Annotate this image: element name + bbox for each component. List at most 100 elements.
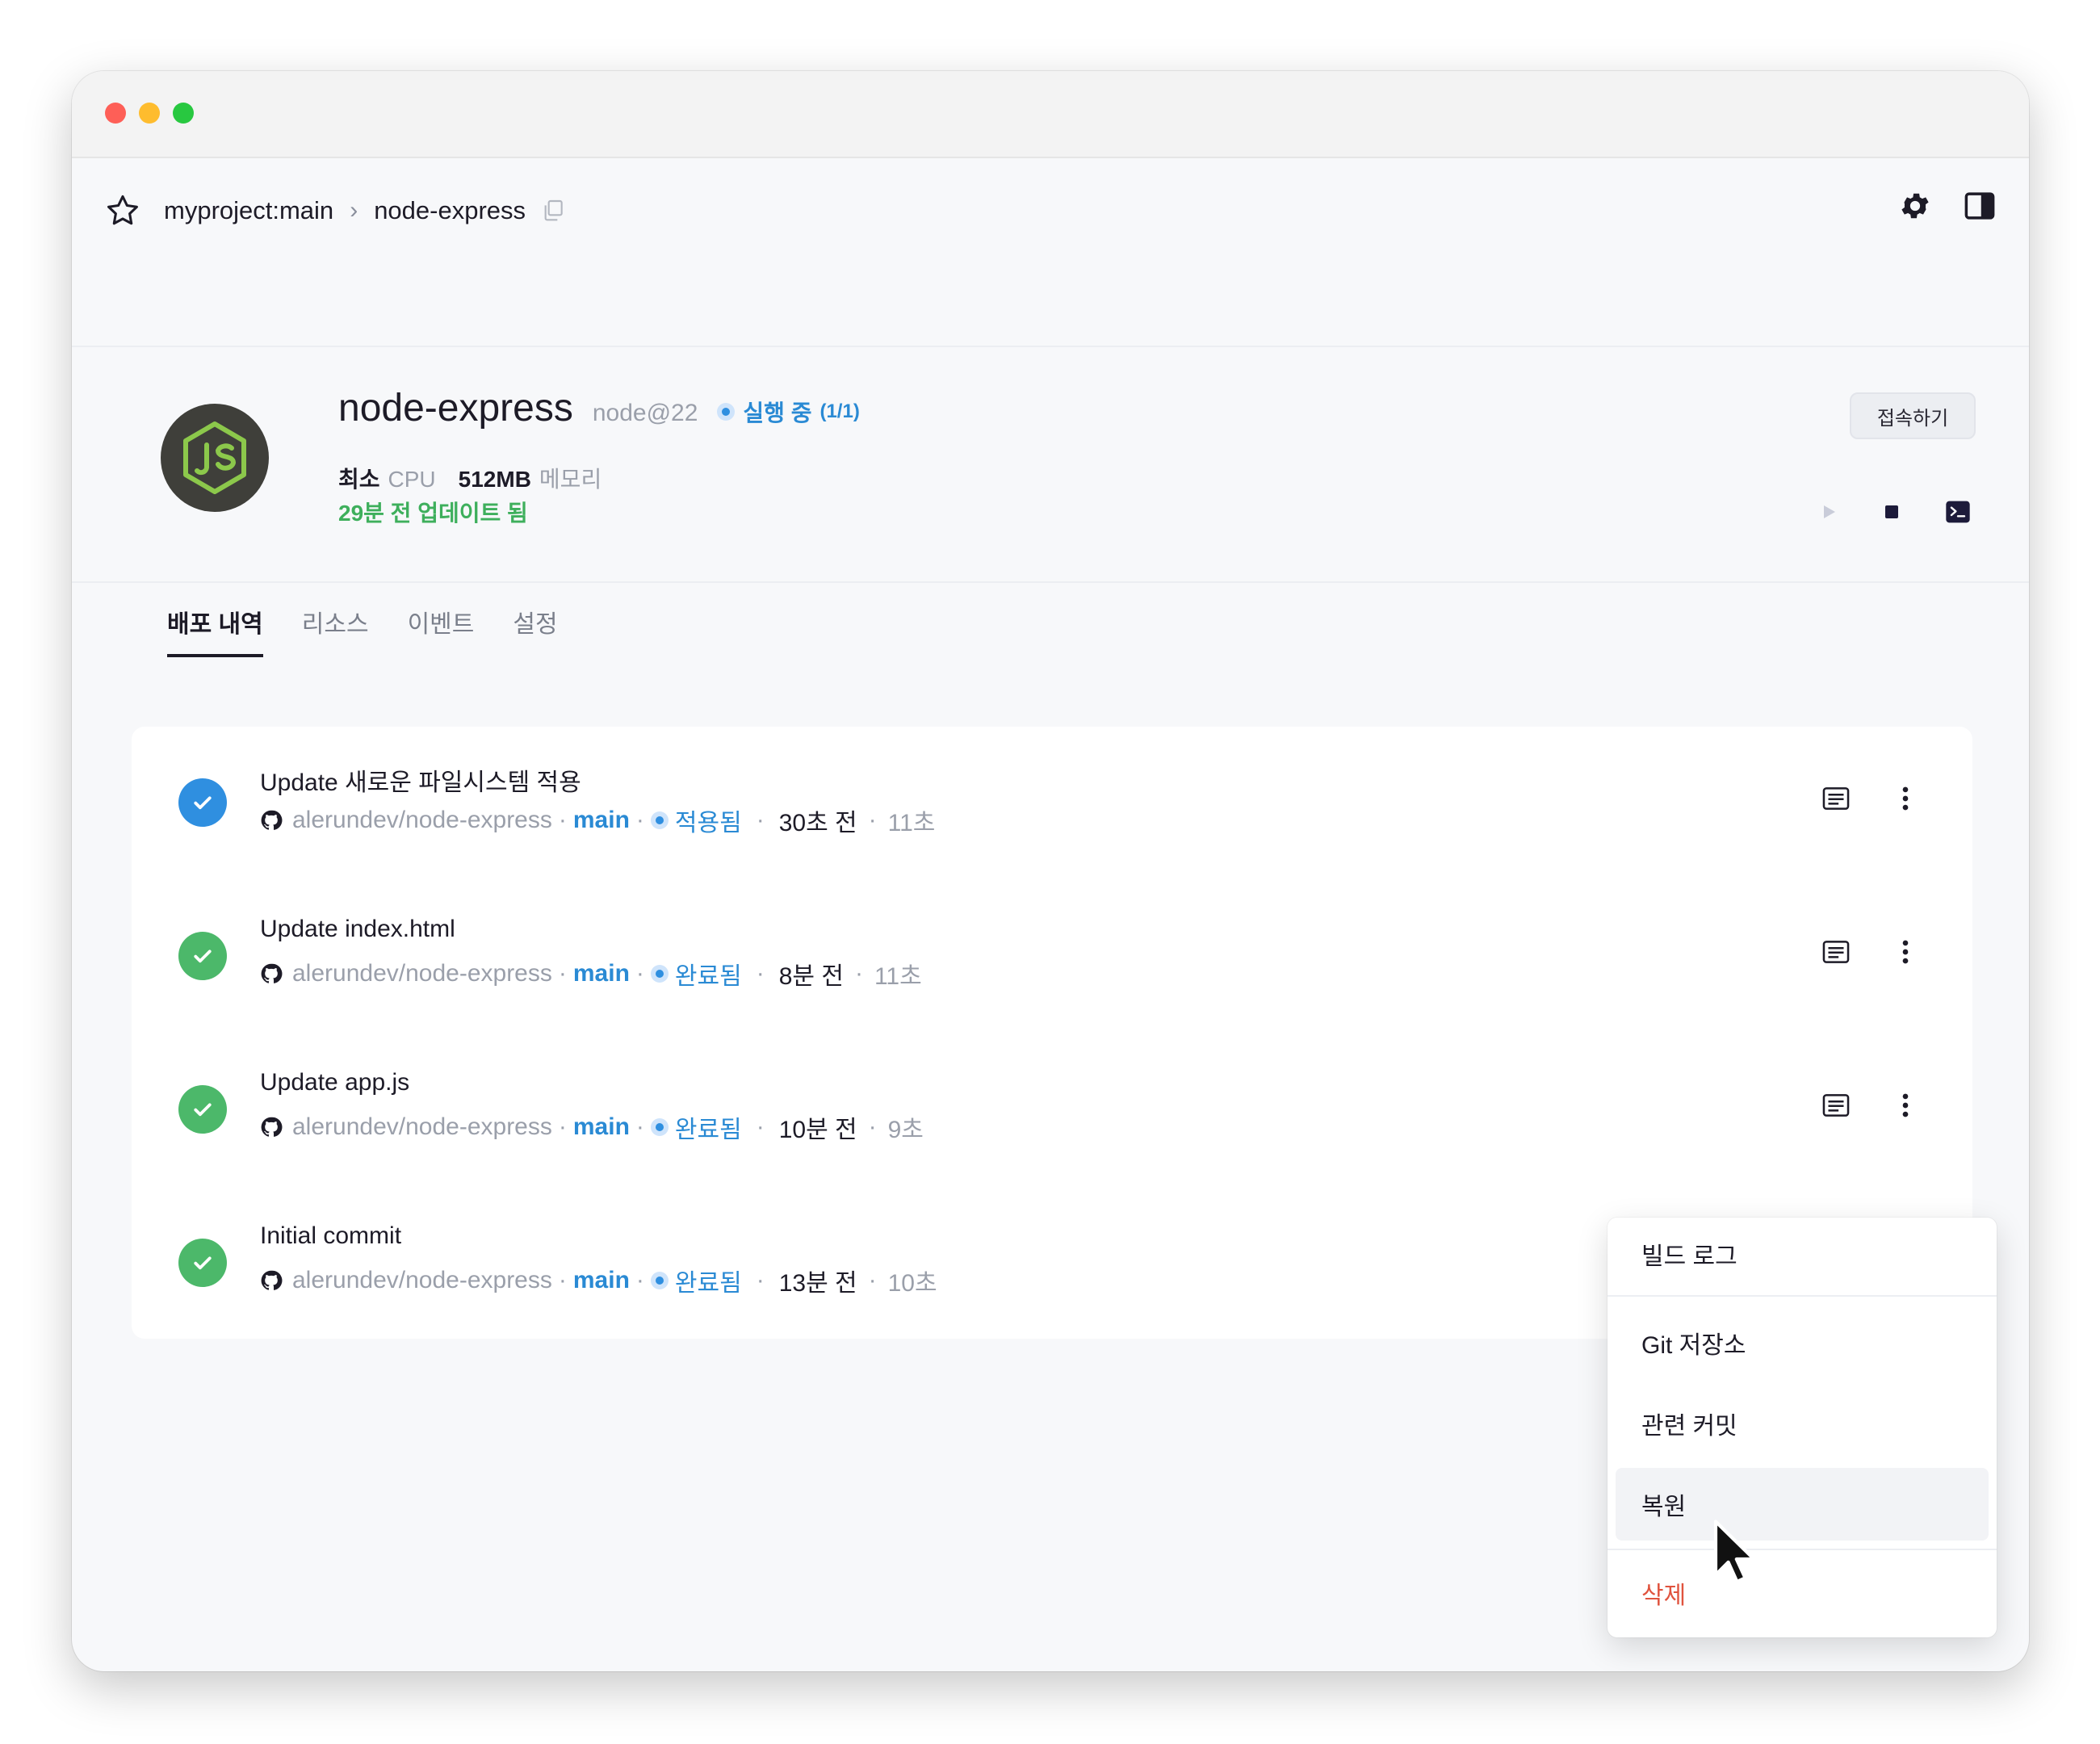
meta-separator: · xyxy=(854,960,863,987)
log-icon[interactable] xyxy=(1821,783,1851,814)
tab-deployments[interactable]: 배포 내역 xyxy=(167,604,263,657)
deployment-time: 30초 전 xyxy=(778,810,857,836)
service-header: node-express node@22 실행 중 (1/1) 최소 CPU 5… xyxy=(72,347,2029,583)
deployment-meta: alerundev/node-express · main · 완료됨 · 10… xyxy=(260,1109,924,1145)
sidebar-toggle-icon[interactable] xyxy=(1963,189,1997,223)
row-actions xyxy=(1821,1090,1918,1121)
deployment-meta: alerundev/node-express · main · 완료됨 · 13… xyxy=(260,1263,937,1298)
deployment-branch[interactable]: main xyxy=(573,807,630,834)
status-dot-icon xyxy=(650,1272,669,1289)
deployment-row[interactable]: Update app.js alerundev/node-express · m… xyxy=(132,1033,1972,1187)
connect-button[interactable]: 접속하기 xyxy=(1850,392,1976,439)
breadcrumb-service: node-express xyxy=(374,196,526,224)
deployment-repo[interactable]: alerundev/node-express xyxy=(292,960,552,987)
window-titlebar xyxy=(72,71,2029,158)
meta-separator: · xyxy=(756,807,765,833)
meta-separator: · xyxy=(868,1113,877,1140)
deployment-repo[interactable]: alerundev/node-express xyxy=(292,1267,552,1294)
close-window-button[interactable] xyxy=(105,103,126,124)
top-toolbar xyxy=(1898,189,1997,223)
menu-item-restore[interactable]: 복원 xyxy=(1616,1468,1989,1541)
deployment-time: 8분 전 xyxy=(778,963,844,990)
service-controls xyxy=(1819,499,1971,525)
deployment-branch[interactable]: main xyxy=(573,1113,630,1141)
deployment-title: Update app.js xyxy=(260,1069,410,1096)
meta-separator: · xyxy=(635,960,644,987)
deployment-row[interactable]: Update 새로운 파일시스템 적용 alerundev/node-expre… xyxy=(132,727,1972,880)
service-status: 실행 중 (1/1) xyxy=(717,396,860,428)
status-count: (1/1) xyxy=(819,400,860,422)
deployment-meta: alerundev/node-express · main · 완료됨 · 8분… xyxy=(260,956,922,991)
stop-icon[interactable] xyxy=(1882,502,1901,522)
meta-separator: · xyxy=(756,1113,765,1140)
deployment-repo[interactable]: alerundev/node-express xyxy=(292,1113,552,1141)
meta-separator: · xyxy=(558,807,567,833)
tab-events[interactable]: 이벤트 xyxy=(408,604,475,657)
github-icon xyxy=(261,1270,283,1290)
meta-separator: · xyxy=(558,1113,567,1140)
memory-value: 512MB xyxy=(458,467,531,492)
deployment-duration: 11초 xyxy=(874,963,922,990)
meta-separator: · xyxy=(868,807,877,833)
deployment-state: 적용됨 xyxy=(674,810,742,836)
menu-item-related-commit[interactable]: 관련 커밋 xyxy=(1616,1387,1989,1460)
breadcrumb-project[interactable]: myproject:main xyxy=(164,196,333,225)
meta-separator: · xyxy=(635,807,644,833)
maximize-window-button[interactable] xyxy=(173,103,194,124)
github-icon xyxy=(261,1117,283,1137)
check-icon xyxy=(178,1085,227,1134)
deployment-duration: 11초 xyxy=(887,810,936,836)
terminal-icon[interactable] xyxy=(1945,499,1971,525)
menu-item-git-repo[interactable]: Git 저장소 xyxy=(1616,1306,1989,1379)
deployment-state: 완료됨 xyxy=(674,1117,742,1143)
check-icon xyxy=(178,778,227,827)
gear-icon[interactable] xyxy=(1898,189,1932,223)
status-dot-icon xyxy=(650,965,669,983)
star-icon[interactable] xyxy=(104,192,141,229)
log-icon[interactable] xyxy=(1821,937,1851,967)
meta-separator: · xyxy=(868,1267,877,1293)
service-updated: 29분 전 업데이트 됨 xyxy=(338,501,528,526)
tab-resources[interactable]: 리소스 xyxy=(302,604,369,657)
top-bar: myproject:main › node-express xyxy=(72,158,2029,347)
deployment-title: Update 새로운 파일시스템 적용 xyxy=(260,769,581,796)
app-window: myproject:main › node-express node-expre… xyxy=(72,71,2029,1671)
deployment-branch[interactable]: main xyxy=(573,960,630,987)
meta-separator: · xyxy=(756,1267,765,1293)
more-vertical-icon[interactable] xyxy=(1893,1090,1918,1121)
deployment-time: 13분 전 xyxy=(778,1270,857,1297)
deployment-title: Update index.html xyxy=(260,916,455,942)
minimize-window-button[interactable] xyxy=(139,103,160,124)
check-icon xyxy=(178,1239,227,1287)
more-vertical-icon[interactable] xyxy=(1893,783,1918,814)
cpu-value: 최소 xyxy=(338,467,380,492)
github-icon xyxy=(261,810,283,830)
play-icon[interactable] xyxy=(1819,502,1838,522)
github-icon xyxy=(261,963,283,983)
meta-separator: · xyxy=(756,960,765,987)
deployment-time: 10분 전 xyxy=(778,1117,857,1143)
mouse-cursor-icon xyxy=(1713,1520,1756,1583)
log-icon[interactable] xyxy=(1821,1090,1851,1121)
tab-bar: 배포 내역 리소스 이벤트 설정 xyxy=(167,604,558,657)
cpu-label: CPU xyxy=(388,467,436,492)
service-name: node-express xyxy=(338,387,573,430)
tab-settings[interactable]: 설정 xyxy=(513,604,557,657)
meta-separator: · xyxy=(635,1113,644,1140)
row-actions xyxy=(1821,937,1918,967)
memory-label: 메모리 xyxy=(539,467,602,492)
breadcrumb-separator: › xyxy=(350,197,358,224)
menu-item-delete[interactable]: 삭제 xyxy=(1616,1557,1989,1629)
service-title-row: node-express node@22 실행 중 (1/1) xyxy=(338,386,860,430)
status-dot-icon xyxy=(717,403,736,421)
status-label: 실행 중 xyxy=(743,400,812,426)
deployment-state: 완료됨 xyxy=(674,963,742,990)
deployment-branch[interactable]: main xyxy=(573,1267,630,1294)
row-actions xyxy=(1821,783,1918,814)
deployment-repo[interactable]: alerundev/node-express xyxy=(292,807,552,834)
service-runtime: node@22 xyxy=(592,400,698,426)
menu-item-build-log[interactable]: 빌드 로그 xyxy=(1616,1218,1989,1290)
copy-icon[interactable] xyxy=(540,198,566,224)
more-vertical-icon[interactable] xyxy=(1893,937,1918,967)
deployment-row[interactable]: Update index.html alerundev/node-express… xyxy=(132,880,1972,1033)
